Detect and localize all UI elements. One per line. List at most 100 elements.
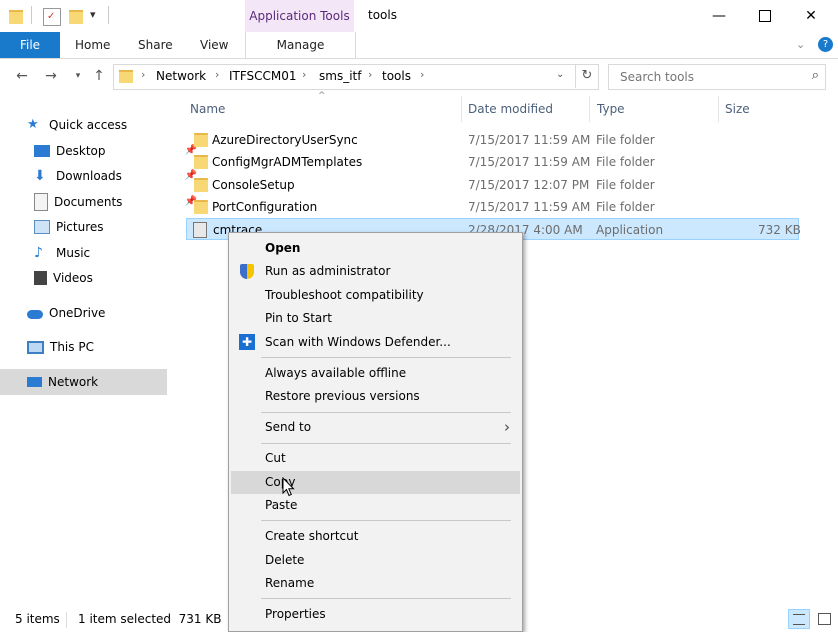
nav-item-network[interactable]: Network — [0, 369, 167, 395]
menu-item-run-as-administrator[interactable]: Run as administrator — [231, 260, 520, 283]
minimize-button[interactable]: — — [696, 0, 742, 32]
refresh-button[interactable]: ↻ — [575, 64, 598, 88]
file-row[interactable]: PortConfiguration 7/15/2017 11:59 AM Fil… — [186, 196, 799, 218]
tab-manage[interactable]: Manage — [245, 32, 356, 58]
menu-item-restore-previous-versions[interactable]: Restore previous versions — [231, 385, 520, 408]
file-name: ConfigMgrADMTemplates — [212, 155, 363, 169]
menu-separator — [261, 520, 511, 521]
customize-qat-icon[interactable]: ▾ — [90, 8, 96, 21]
column-divider[interactable] — [461, 96, 462, 122]
menu-separator — [261, 443, 511, 444]
column-header-size[interactable]: Size — [725, 102, 750, 116]
details-view-icon — [793, 614, 805, 625]
properties-icon[interactable]: ✓ — [43, 8, 61, 26]
nav-item-onedrive[interactable]: OneDrive — [0, 301, 194, 325]
breadcrumb-itfsccm01[interactable]: ITFSCCM01 — [229, 69, 297, 83]
menu-item-troubleshoot-compatibility[interactable]: Troubleshoot compatibility — [231, 284, 520, 307]
nav-item-videos[interactable]: Videos — [0, 266, 201, 290]
nav-item-label: Pictures — [56, 220, 104, 234]
column-header-name[interactable]: Name — [190, 102, 225, 116]
breadcrumb-separator: › — [141, 68, 146, 81]
menu-item-rename[interactable]: Rename — [231, 572, 520, 595]
computer-icon — [27, 340, 44, 354]
chevron-down-icon: ▾ — [75, 71, 81, 81]
nav-item-music[interactable]: ♪ Music — [0, 241, 201, 265]
breadcrumb-tools[interactable]: tools — [382, 69, 411, 83]
close-button[interactable]: ✕ — [788, 0, 834, 32]
nav-item-desktop[interactable]: Desktop 📌 — [0, 139, 201, 163]
arrow-up-icon: ↑ — [93, 68, 105, 84]
file-name: ConsoleSetup — [212, 178, 295, 192]
ribbon-tab-bar — [0, 32, 838, 59]
folder-icon — [119, 70, 133, 83]
file-date: 7/15/2017 11:59 AM — [468, 155, 591, 169]
forward-button[interactable]: → — [41, 66, 61, 86]
search-input[interactable] — [618, 68, 792, 86]
nav-item-label: This PC — [50, 340, 94, 354]
file-row[interactable]: ConsoleSetup 7/15/2017 12:07 PM File fol… — [186, 174, 799, 196]
new-folder-icon[interactable] — [69, 10, 83, 24]
file-row[interactable]: AzureDirectoryUserSync 7/15/2017 11:59 A… — [186, 129, 799, 151]
cloud-icon — [27, 310, 43, 319]
address-dropdown-button[interactable]: ⌄ — [556, 69, 564, 80]
large-icons-view-icon — [818, 613, 831, 625]
column-header-date-modified[interactable]: Date modified — [468, 102, 553, 116]
large-icons-view-button[interactable] — [814, 609, 834, 627]
search-box[interactable]: ⌕ — [608, 64, 826, 90]
menu-item-create-shortcut[interactable]: Create shortcut — [231, 525, 520, 548]
file-type: File folder — [596, 200, 655, 214]
status-selection: 1 item selected 731 KB — [78, 612, 222, 626]
nav-item-label: OneDrive — [49, 306, 106, 320]
nav-item-this-pc[interactable]: This PC — [0, 335, 194, 359]
star-icon: ★ — [27, 117, 39, 132]
back-button[interactable]: ← — [12, 66, 32, 86]
file-row[interactable]: ConfigMgrADMTemplates 7/15/2017 11:59 AM… — [186, 151, 799, 173]
network-icon — [27, 377, 42, 387]
up-button[interactable]: ↑ — [89, 66, 109, 86]
menu-item-properties[interactable]: Properties — [231, 603, 520, 626]
nav-item-pictures[interactable]: Pictures 📌 — [0, 215, 201, 239]
file-date: 7/15/2017 11:59 AM — [468, 133, 591, 147]
nav-item-label: Downloads — [56, 169, 122, 183]
menu-item-copy[interactable]: Copy — [231, 471, 520, 494]
maximize-icon — [759, 10, 771, 22]
file-type: File folder — [596, 178, 655, 192]
menu-item-paste[interactable]: Paste — [231, 494, 520, 517]
nav-item-downloads[interactable]: ⬇ Downloads 📌 — [0, 164, 201, 188]
menu-item-open[interactable]: Open — [231, 237, 520, 260]
column-header-type[interactable]: Type — [597, 102, 625, 116]
maximize-button[interactable] — [742, 0, 788, 32]
menu-item-always-available-offline[interactable]: Always available offline — [231, 362, 520, 385]
search-icon[interactable]: ⌕ — [812, 68, 819, 83]
menu-separator — [261, 412, 511, 413]
nav-item-documents[interactable]: Documents 📌 — [0, 190, 201, 214]
file-type: File folder — [596, 155, 655, 169]
menu-item-scan-with-windows-defender[interactable]: ✚ Scan with Windows Defender... — [231, 331, 520, 354]
menu-item-send-to[interactable]: Send to › — [231, 416, 520, 439]
mouse-cursor-icon — [282, 477, 295, 497]
tab-file[interactable]: File — [0, 32, 60, 58]
file-size: 732 KB — [758, 223, 801, 237]
menu-item-pin-to-start[interactable]: Pin to Start — [231, 307, 520, 330]
breadcrumb-sms-itf[interactable]: sms_itf — [319, 69, 361, 83]
application-icon — [193, 222, 207, 238]
tab-share[interactable]: Share — [138, 32, 173, 58]
details-view-button[interactable] — [788, 609, 810, 629]
breadcrumb-separator: › — [420, 68, 425, 81]
nav-item-label: Network — [48, 375, 99, 389]
folder-icon — [194, 200, 208, 214]
sort-indicator-icon: ^ — [318, 91, 326, 101]
menu-item-cut[interactable]: Cut — [231, 447, 520, 470]
breadcrumb-network[interactable]: Network — [156, 69, 206, 83]
expand-ribbon-icon[interactable]: ⌄ — [796, 38, 805, 51]
menu-item-delete[interactable]: Delete — [231, 549, 520, 572]
column-divider[interactable] — [589, 96, 590, 122]
help-icon[interactable]: ? — [818, 37, 833, 52]
nav-item-quick-access[interactable]: ★ Quick access — [0, 113, 194, 137]
nav-item-label: Documents — [54, 195, 123, 209]
file-type: Application — [596, 223, 664, 237]
tab-view[interactable]: View — [200, 32, 228, 58]
recent-locations-button[interactable]: ▾ — [68, 66, 88, 86]
column-divider[interactable] — [718, 96, 719, 122]
tab-home[interactable]: Home — [75, 32, 110, 58]
